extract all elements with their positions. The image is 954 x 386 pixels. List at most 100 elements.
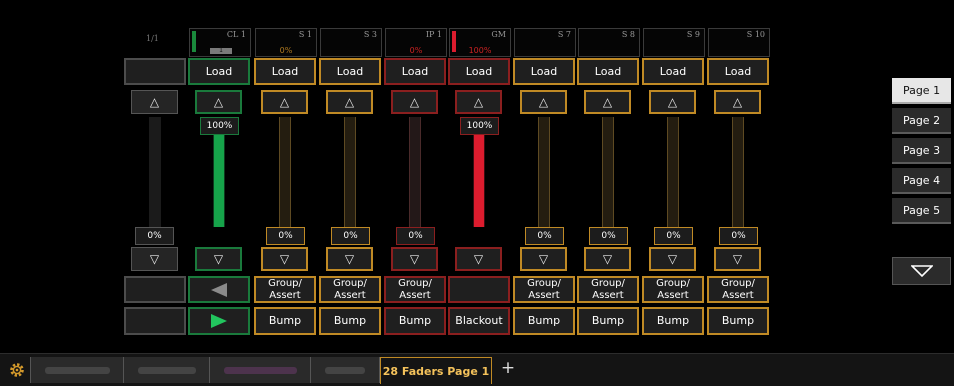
up-arrow-icon: △ xyxy=(409,95,420,109)
up-arrow-icon: △ xyxy=(279,95,290,109)
tab-faders-page-1[interactable]: 28 Faders Page 1 xyxy=(380,357,492,384)
fader-7-load-button[interactable]: Load xyxy=(577,58,639,85)
fader-5-code: GM xyxy=(491,30,506,39)
down-arrow-icon: ▽ xyxy=(602,252,613,266)
fader-9-group-assert-button[interactable]: Group/ Assert xyxy=(707,276,769,303)
fader-2-group-assert-button[interactable]: Group/ Assert xyxy=(254,276,316,303)
fader-4-header-level: 0% xyxy=(409,46,423,55)
fader-1-level: 100% xyxy=(200,117,239,135)
fader-2-header: S 1 0% xyxy=(255,28,317,57)
fader-7-bump-button[interactable]: Bump xyxy=(577,307,639,335)
fader-8-load-button[interactable]: Load xyxy=(642,58,704,85)
fader-3-track[interactable] xyxy=(344,117,356,227)
fader-1-go-button[interactable] xyxy=(188,307,250,335)
fader-8-group-assert-button[interactable]: Group/ Assert xyxy=(642,276,704,303)
fader-4-level: 0% xyxy=(396,227,435,245)
fader-4-bump-button[interactable]: Bump xyxy=(384,307,446,335)
fader-3-code: S 3 xyxy=(363,30,377,39)
fader-2-track[interactable] xyxy=(279,117,291,227)
fader-1-up-button[interactable]: △ xyxy=(195,90,242,114)
fader-9-track[interactable] xyxy=(732,117,744,227)
fader-7-up-button[interactable]: △ xyxy=(584,90,631,114)
fader-2-up-button[interactable]: △ xyxy=(261,90,308,114)
down-arrow-icon: ▽ xyxy=(409,252,420,266)
fader-2-bump-button[interactable]: Bump xyxy=(254,307,316,335)
tab-2[interactable] xyxy=(123,357,211,383)
fader-4-code: IP 1 xyxy=(425,30,442,39)
fader-9-bump-button[interactable]: Bump xyxy=(707,307,769,335)
page-down-button[interactable] xyxy=(892,257,951,285)
fader-6-level: 0% xyxy=(525,227,564,245)
fader-5-blackout-button[interactable]: Blackout xyxy=(448,307,510,335)
fader-3-up-button[interactable]: △ xyxy=(326,90,373,114)
fader-6-down-button[interactable]: ▽ xyxy=(520,247,567,271)
fader-6-group-assert-button[interactable]: Group/ Assert xyxy=(513,276,575,303)
tab-1[interactable] xyxy=(30,357,125,383)
fader-6-bump-button[interactable]: Bump xyxy=(513,307,575,335)
fader-3-bump-button[interactable]: Bump xyxy=(319,307,381,335)
fader-8-down-button[interactable]: ▽ xyxy=(649,247,696,271)
fader-7-group-assert-button[interactable]: Group/ Assert xyxy=(577,276,639,303)
fader-6-track[interactable] xyxy=(538,117,550,227)
page-button-1[interactable]: Page 1 xyxy=(892,78,951,104)
fader-5-down-button[interactable]: ▽ xyxy=(455,247,502,271)
gear-icon[interactable] xyxy=(8,361,26,379)
fader-5-group-assert-button[interactable] xyxy=(448,276,510,303)
up-arrow-icon: △ xyxy=(602,95,613,109)
fader-1-cue-badge: 1 xyxy=(210,48,232,54)
down-arrow-icon: ▽ xyxy=(213,252,224,266)
fader-0-track[interactable] xyxy=(149,117,161,227)
page-button-4[interactable]: Page 4 xyxy=(892,168,951,194)
fader-1-load-button[interactable]: Load xyxy=(188,58,250,85)
fader-4-up-button[interactable]: △ xyxy=(391,90,438,114)
fader-5-load-button[interactable]: Load xyxy=(448,58,510,85)
fader-4-track[interactable] xyxy=(409,117,421,227)
fader-0-bump-button[interactable] xyxy=(124,307,186,335)
fader-8-bump-button[interactable]: Bump xyxy=(642,307,704,335)
fader-0-mid-button[interactable] xyxy=(124,276,186,303)
fader-6-code: S 7 xyxy=(557,30,571,39)
fader-2-load-button[interactable]: Load xyxy=(254,58,316,85)
fader-9-load-button[interactable]: Load xyxy=(707,58,769,85)
fader-5-up-button[interactable]: △ xyxy=(455,90,502,114)
fader-1-down-button[interactable]: ▽ xyxy=(195,247,242,271)
fader-1-back-button[interactable] xyxy=(188,276,250,303)
page-button-2[interactable]: Page 2 xyxy=(892,108,951,134)
tab-4-label xyxy=(325,367,365,374)
fader-2-down-button[interactable]: ▽ xyxy=(261,247,308,271)
fader-8-code: S 9 xyxy=(686,30,700,39)
fader-0-load-button[interactable] xyxy=(124,58,186,85)
fader-8-level: 0% xyxy=(654,227,693,245)
fader-3-load-button[interactable]: Load xyxy=(319,58,381,85)
fader-9-down-button[interactable]: ▽ xyxy=(714,247,761,271)
fader-2-header-level: 0% xyxy=(279,46,293,55)
page-button-3[interactable]: Page 3 xyxy=(892,138,951,164)
tab-3-label xyxy=(224,367,297,374)
fader-2-level: 0% xyxy=(266,227,305,245)
fader-6-up-button[interactable]: △ xyxy=(520,90,567,114)
fader-1-header: 1 CL 1 xyxy=(189,28,251,57)
fader-8-track[interactable] xyxy=(667,117,679,227)
down-arrow-icon: ▽ xyxy=(279,252,290,266)
fader-5-header: GM 100% xyxy=(449,28,511,57)
fader-3-down-button[interactable]: ▽ xyxy=(326,247,373,271)
down-arrow-icon: ▽ xyxy=(149,252,160,266)
fader-6-load-button[interactable]: Load xyxy=(513,58,575,85)
fader-7-track[interactable] xyxy=(602,117,614,227)
fader-0-up-button[interactable]: △ xyxy=(131,90,178,114)
tab-2-label xyxy=(138,367,196,374)
tab-4[interactable] xyxy=(310,357,380,383)
fader-3-group-assert-button[interactable]: Group/ Assert xyxy=(319,276,381,303)
fader-4-down-button[interactable]: ▽ xyxy=(391,247,438,271)
tab-3[interactable] xyxy=(209,357,312,383)
page-button-5[interactable]: Page 5 xyxy=(892,198,951,224)
up-arrow-icon: △ xyxy=(732,95,743,109)
fader-4-load-button[interactable]: Load xyxy=(384,58,446,85)
fader-7-down-button[interactable]: ▽ xyxy=(584,247,631,271)
add-tab-button[interactable]: + xyxy=(500,358,516,378)
fader-4-group-assert-button[interactable]: Group/ Assert xyxy=(384,276,446,303)
fader-0-down-button[interactable]: ▽ xyxy=(131,247,178,271)
fader-8-up-button[interactable]: △ xyxy=(649,90,696,114)
down-arrow-icon: ▽ xyxy=(667,252,678,266)
fader-9-up-button[interactable]: △ xyxy=(714,90,761,114)
